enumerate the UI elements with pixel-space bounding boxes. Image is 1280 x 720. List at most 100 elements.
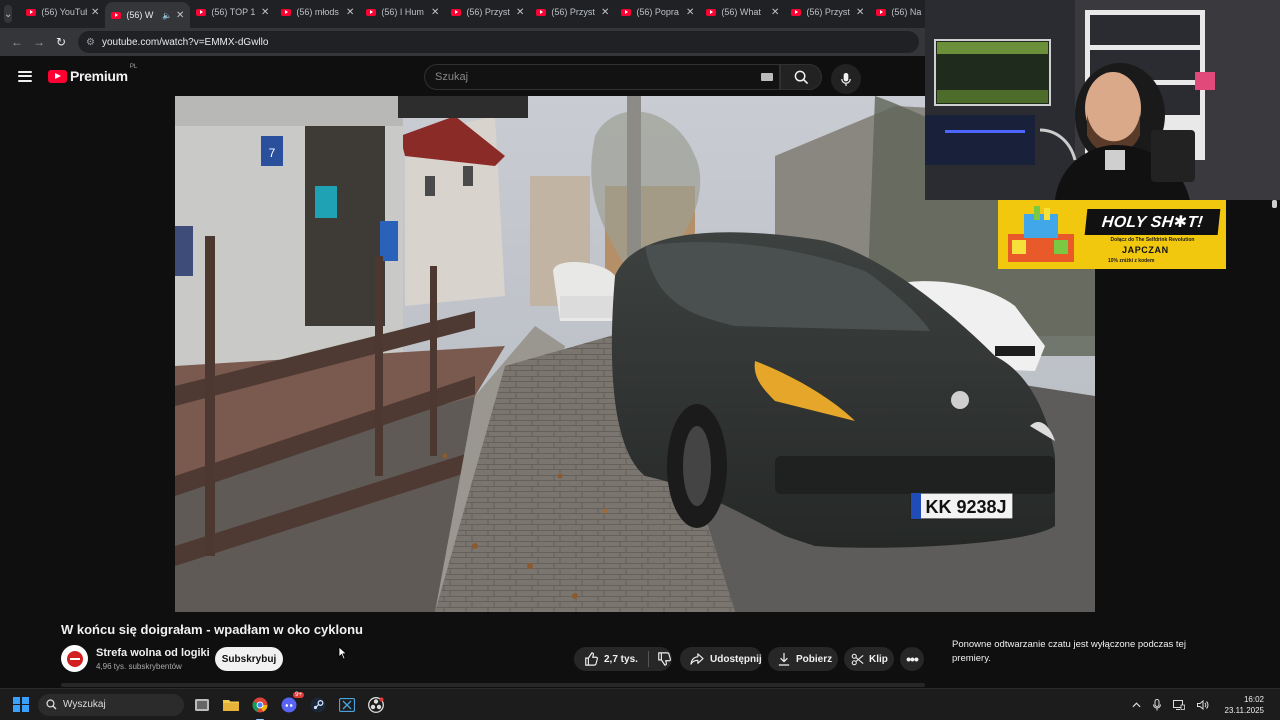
keyboard-icon[interactable] (761, 73, 773, 81)
youtube-favicon-icon (791, 8, 802, 16)
video-title: W końcu się doigrałam - wpadłam w oko cy… (61, 622, 363, 637)
youtube-favicon-icon (111, 11, 122, 19)
file-explorer-icon[interactable] (220, 694, 242, 716)
scrollbar-thumb[interactable] (1272, 200, 1277, 208)
subscribe-button[interactable]: Subskrybuj (215, 647, 283, 671)
reload-button[interactable]: ↻ (50, 31, 72, 53)
dislike-button[interactable] (657, 652, 671, 666)
steam-icon[interactable] (307, 694, 329, 716)
address-bar[interactable]: ⚙ youtube.com/watch?v=EMMX-dGwllo (78, 31, 919, 53)
browser-tab[interactable]: (56) TOP 1 ✕ (190, 0, 275, 24)
youtube-favicon-icon (196, 8, 207, 16)
download-label: Pobierz (796, 653, 833, 665)
tab-title: (56) YouTube (41, 7, 87, 17)
taskbar-search-label: Wyszukaj (63, 699, 106, 710)
channel-avatar[interactable] (61, 645, 88, 672)
search-icon (46, 699, 57, 710)
search-icon (794, 70, 808, 84)
share-button[interactable]: Udostępnij (680, 647, 762, 671)
tab-title: (56) TOP 1 (211, 7, 256, 17)
promo-headline: HOLY SH✱T! (1084, 209, 1221, 235)
close-tab-icon[interactable]: ✕ (516, 7, 524, 18)
mouse-cursor-icon (338, 646, 348, 660)
youtube-favicon-icon (876, 8, 887, 16)
like-button[interactable] (584, 652, 598, 666)
discord-icon[interactable]: 9+ (278, 691, 304, 716)
task-view-icon[interactable] (191, 694, 213, 716)
back-button[interactable]: ← (6, 31, 28, 53)
close-tab-icon[interactable]: ✕ (771, 7, 779, 18)
thumbs-down-icon (658, 652, 671, 666)
channel-name[interactable]: Strefa wolna od logiki (96, 647, 210, 659)
tab-title: (56) W (126, 10, 154, 20)
browser-tab[interactable]: (56) Popra ✕ (615, 0, 700, 24)
clock[interactable]: 16:02 23.11.2025 (1225, 694, 1264, 716)
tab-title: (56) Przyst (466, 7, 510, 17)
browser-tab[interactable]: (56) YouTube ✕ (20, 0, 105, 24)
browser-tab[interactable]: (56) Przyst ✕ (445, 0, 530, 24)
browser-tab[interactable]: (56) W 🔈 ✕ (105, 2, 191, 28)
search-input[interactable]: Szukaj (424, 64, 780, 90)
microphone-icon[interactable] (1152, 699, 1161, 711)
tab-title: (56) Popra (636, 7, 679, 17)
reload-icon: ↻ (55, 35, 67, 49)
search-placeholder: Szukaj (435, 71, 469, 83)
like-count[interactable]: 2,7 tys. (604, 654, 638, 665)
taskbar-search[interactable]: Wyszukaj (38, 693, 184, 716)
tab-title: (56) I Hum (381, 7, 424, 17)
youtube-favicon-icon (451, 8, 462, 16)
like-dislike-group: 2,7 tys. (574, 647, 672, 671)
more-actions-button[interactable]: ••• (900, 647, 924, 671)
browser-tab[interactable]: (56) młods ✕ (275, 0, 360, 24)
close-tab-icon[interactable]: ✕ (176, 10, 184, 21)
obs-icon[interactable] (365, 694, 387, 716)
license-plate-text: KK 9238J (925, 497, 1006, 517)
clock-time: 16:02 (1243, 695, 1264, 704)
promo-discount: 10% zniżki z kodem (1108, 258, 1155, 264)
browser-tab[interactable]: (56) I Hum ✕ (360, 0, 445, 24)
speaker-icon[interactable] (1196, 700, 1209, 710)
browser-tab[interactable]: (56) What ✕ (700, 0, 785, 24)
promo-brand: JAPCZAN (1122, 245, 1169, 255)
youtube-header: Premium PL Szukaj (0, 56, 925, 96)
browser-tab[interactable]: (56) Przyst ✕ (785, 0, 870, 24)
close-tab-icon[interactable]: ✕ (601, 7, 609, 18)
no-entry-sign-icon (66, 650, 83, 667)
close-tab-icon[interactable]: ✕ (431, 7, 439, 18)
promo-tagline: Dołącz do The Selfdrink Revolution (1110, 237, 1195, 243)
windows-start-icon[interactable] (13, 696, 29, 713)
youtube-favicon-icon (281, 8, 292, 16)
browser-tab[interactable]: (56) Przyst ✕ (530, 0, 615, 24)
download-button[interactable]: Pobierz (768, 647, 838, 671)
chrome-icon[interactable] (249, 694, 271, 720)
chat-replay-notice: Ponowne odtwarzanie czatu jest wyłączone… (952, 639, 1186, 664)
network-icon[interactable] (1172, 700, 1185, 710)
search-button[interactable] (780, 64, 822, 90)
tab-list: (56) YouTube✕(56) W🔈✕(56) TOP 1✕(56) mło… (20, 0, 955, 28)
forward-button[interactable]: → (28, 31, 50, 53)
country-code: PL (129, 64, 138, 70)
close-tab-icon[interactable]: ✕ (856, 7, 864, 18)
tab-title: (56) młods (296, 7, 339, 17)
more-horizontal-icon: ••• (906, 651, 919, 667)
voice-search-button[interactable] (831, 64, 861, 94)
menu-icon[interactable] (18, 70, 32, 82)
close-tab-icon[interactable]: ✕ (686, 7, 694, 18)
close-tab-icon[interactable]: ✕ (261, 7, 269, 18)
youtube-favicon-icon (621, 8, 632, 16)
chevron-up-icon[interactable] (1132, 702, 1141, 708)
url-text: youtube.com/watch?v=EMMX-dGwllo (101, 36, 269, 48)
youtube-logo[interactable]: Premium PL (48, 64, 137, 84)
youtube-favicon-icon (706, 8, 717, 16)
webcam-frame (925, 0, 1280, 200)
close-tab-icon[interactable]: ✕ (91, 7, 99, 18)
close-tab-icon[interactable]: ✕ (346, 7, 354, 18)
clip-button[interactable]: Klip (844, 647, 894, 671)
site-info-icon[interactable]: ⚙ (86, 37, 95, 48)
tab-audio-icon[interactable]: 🔈 (162, 11, 172, 20)
xbox-app-icon[interactable] (336, 694, 358, 716)
page-scrollbar[interactable] (1270, 198, 1280, 688)
house-number-text: 7 (269, 146, 276, 160)
tab-search-button[interactable]: ⌄ (4, 5, 13, 23)
subscriber-count: 4,96 tys. subskrybentów (96, 662, 182, 671)
